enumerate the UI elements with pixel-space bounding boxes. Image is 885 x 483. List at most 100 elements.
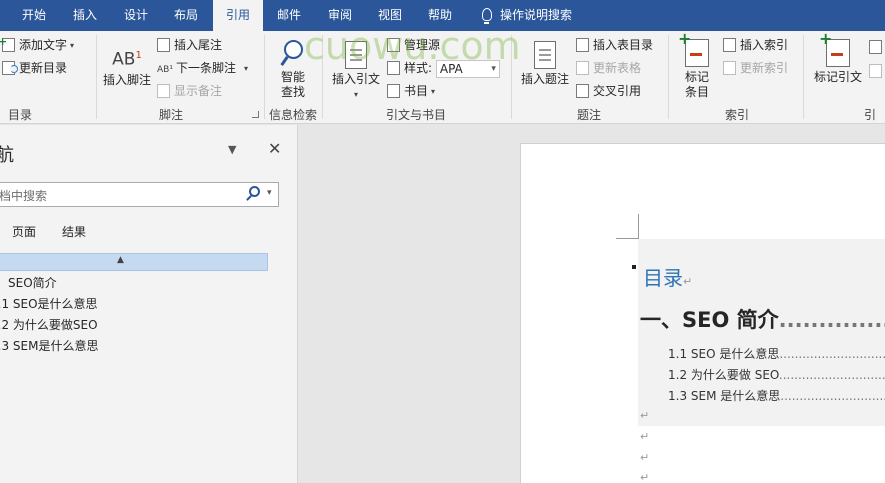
footnotes-dialog-launcher[interactable] [252, 111, 259, 118]
manage-sources-icon [387, 38, 400, 52]
table-of-figures-icon [576, 38, 589, 52]
close-icon[interactable]: ✕ [268, 139, 281, 158]
toc-entry-text: 1.3 SEM 是什么意思 [668, 389, 781, 403]
document-page[interactable]: 目录↵ 一、SEO 简介..................... 1.1 SE… [520, 143, 885, 483]
smart-lookup-button[interactable]: 智能 查找 [271, 39, 315, 100]
nav-options-dropdown[interactable]: ▼ [228, 143, 236, 156]
toc-entry-text: 1.1 SEO 是什么意思 [668, 347, 780, 361]
paragraph-mark: ↵ [640, 430, 650, 443]
toc-entry-text: 一、SEO 简介 [640, 308, 779, 332]
add-text-button[interactable]: 添加文字▾ [0, 32, 74, 55]
mark-citation-label: 标记引文 [813, 70, 862, 84]
toc-entry-level2[interactable]: 1.1 SEO 是什么意思...........................… [668, 345, 885, 362]
next-footnote-button[interactable]: AB¹ 下一条脚注 ▾ [157, 58, 248, 78]
citation-style-control[interactable]: 样式: APA [387, 58, 500, 78]
toc-leader-dots: ..................... [778, 308, 885, 332]
nav-heading-item[interactable]: 1.3 SEM是什么意思 [0, 337, 98, 354]
update-table-icon [576, 61, 589, 75]
tab-references[interactable]: 引用 [213, 0, 263, 31]
group-label-index: 索引 [724, 108, 749, 122]
toc-entry-level2[interactable]: 1.2 为什么要做 SEO...........................… [668, 366, 885, 383]
update-index-label: 更新索引 [740, 61, 789, 75]
nav-heading-item[interactable]: 一、SEO简介 [0, 274, 57, 291]
nav-title: 导航 [0, 145, 14, 166]
update-toc-label: 更新目录 [19, 61, 68, 75]
nav-heading-item[interactable]: 1.1 SEO是什么意思 [0, 295, 98, 312]
style-icon [387, 61, 400, 75]
tell-me-search[interactable]: 操作说明搜索 [482, 0, 572, 31]
update-index-icon [723, 61, 736, 75]
bibliography-button[interactable]: 书目 ▾ [387, 81, 435, 101]
group-label-toc: 目录 [7, 108, 32, 122]
tab-help[interactable]: 帮助 [416, 0, 464, 31]
toc-leader-dots: ........................................ [780, 389, 885, 403]
update-toa-icon [869, 64, 882, 78]
tab-design[interactable]: 设计 [112, 0, 160, 31]
insert-footnote-button[interactable]: AB1 插入脚注 [100, 42, 154, 88]
nav-tab-pages[interactable]: 页面 [12, 223, 36, 240]
nav-heading-list: 一、SEO简介 1.1 SEO是什么意思 1.2 为什么要做SEO 1.3 SE… [0, 271, 296, 361]
style-label: 样式: [404, 61, 433, 75]
nav-tab-results[interactable]: 结果 [62, 223, 86, 240]
nav-search-input[interactable]: 在文档中搜索 [0, 187, 47, 204]
tab-view[interactable]: 视图 [366, 0, 414, 31]
manage-sources-label: 管理源 [404, 38, 441, 52]
group-separator [668, 35, 669, 119]
insert-caption-label: 插入题注 [520, 72, 569, 86]
insert-index-button[interactable]: 插入索引 [723, 35, 788, 55]
chevron-down-icon: ▾ [353, 90, 358, 99]
nav-tab-headings-clipped [0, 221, 8, 235]
update-index-button[interactable]: 更新索引 [723, 58, 788, 78]
manage-sources-button[interactable]: 管理源 [387, 35, 440, 55]
insert-table-of-figures-button[interactable]: 插入表目录 [576, 35, 653, 55]
mark-entry-label-2: 条目 [684, 85, 709, 99]
toc-entry-text: 1.2 为什么要做 SEO [668, 368, 779, 382]
mark-entry-button[interactable]: 标记 条目 [675, 31, 719, 100]
citation-style-select[interactable]: APA [435, 59, 500, 78]
group-separator [322, 35, 323, 119]
authorities-small-icons [866, 37, 885, 97]
mark-entry-icon [678, 31, 709, 67]
toc-entry-level2[interactable]: 1.3 SEM 是什么意思...........................… [668, 387, 885, 404]
mark-citation-button[interactable]: 标记引文 [810, 31, 866, 85]
cross-reference-button[interactable]: 交叉引用 [576, 81, 641, 101]
ribbon-references: 添加文字▾ 更新目录 目录 AB1 插入脚注 插入尾注 AB¹下一条脚注▾ 显示… [0, 31, 885, 124]
search-icon[interactable] [249, 186, 260, 197]
mark-citation-icon [819, 31, 850, 67]
bibliography-label: 书目 [404, 84, 429, 98]
nav-heading-item[interactable]: 1.2 为什么要做SEO [0, 316, 98, 333]
chevron-down-icon: ▾ [243, 64, 248, 73]
smart-lookup-label-1: 智能 [280, 70, 305, 84]
nav-search-box[interactable]: 在文档中搜索 ▾ [0, 182, 279, 207]
tab-home[interactable]: 开始 [10, 0, 58, 31]
chevron-down-icon[interactable]: ▾ [267, 188, 272, 198]
insert-toa-icon [869, 40, 882, 54]
citation-icon [345, 41, 367, 69]
navigation-pane: 导航 ▼ ✕ 在文档中搜索 ▾ 页面 结果 ▲ 一、SEO简介 1.1 SEO是… [0, 125, 298, 483]
insert-citation-button[interactable]: 插入引文 ▾ [328, 41, 384, 102]
update-toc-button[interactable]: 更新目录 [2, 58, 67, 78]
tab-review[interactable]: 审阅 [316, 0, 364, 31]
tab-mailings[interactable]: 邮件 [265, 0, 313, 31]
toc-leader-dots: ........................................ [779, 347, 885, 361]
caption-icon [534, 41, 556, 69]
nav-heading-collapse-bar[interactable]: ▲ [0, 253, 268, 271]
paragraph-mark: ↵ [640, 451, 650, 464]
next-footnote-icon: AB¹ [157, 65, 173, 75]
add-text-icon [0, 32, 15, 52]
bibliography-icon [387, 84, 400, 98]
nav-title-clip: 导航 [0, 125, 24, 175]
group-label-captions: 题注 [576, 108, 601, 122]
update-table-button[interactable]: 更新表格 [576, 58, 641, 78]
tab-layout[interactable]: 布局 [162, 0, 210, 31]
lightbulb-icon [482, 8, 492, 24]
insert-endnote-button[interactable]: 插入尾注 [157, 35, 222, 55]
insert-endnote-label: 插入尾注 [174, 38, 223, 52]
tab-insert[interactable]: 插入 [61, 0, 109, 31]
toc-entry-level1[interactable]: 一、SEO 简介..................... [640, 304, 885, 334]
cross-reference-icon [576, 84, 589, 98]
show-notes-button[interactable]: 显示备注 [157, 81, 222, 101]
paragraph-mark: ↵ [640, 409, 650, 422]
group-label-footnotes: 脚注 [158, 108, 183, 122]
insert-caption-button[interactable]: 插入题注 [518, 41, 572, 87]
